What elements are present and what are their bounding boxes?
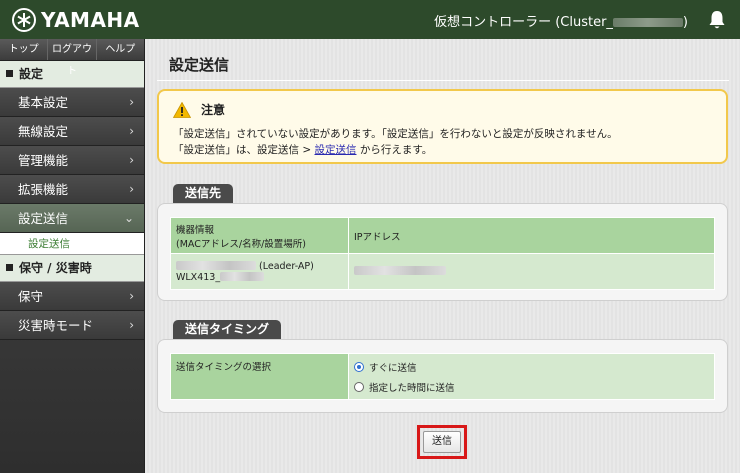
sidebar-top-nav: トップ ログアウト ヘルプ — [0, 39, 144, 77]
redacted-cluster-name — [612, 18, 683, 27]
timing-tab: 送信タイミング — [173, 320, 282, 339]
radio-send-scheduled[interactable]: 指定した時間に送信 — [354, 380, 709, 394]
main-content: 設定送信 注意 「設定送信」されていない設定があります。「設定送信」を行わないと… — [145, 39, 740, 473]
chevron-right-icon: › — [129, 182, 134, 196]
chevron-down-icon: ⌄ — [123, 211, 134, 225]
notice-title: 注意 — [201, 103, 226, 117]
ip-address-cell — [348, 253, 715, 290]
send-button-highlight: 送信 — [417, 425, 467, 459]
notice-box: 注意 「設定送信」されていない設定があります。「設定送信」を行わないと設定が反映… — [157, 89, 728, 164]
chevron-right-icon: › — [129, 124, 134, 138]
nav-top-link[interactable]: トップ — [0, 39, 49, 60]
warning-icon — [173, 101, 191, 118]
nav-help-link[interactable]: ヘルプ — [96, 39, 144, 60]
redacted-device-name — [220, 271, 265, 281]
device-info-header: 機器情報 (MACアドレス/名称/設置場所) — [170, 217, 349, 254]
chevron-right-icon: › — [129, 318, 134, 332]
radio-unselected-icon[interactable] — [354, 381, 364, 392]
radio-send-now[interactable]: すぐに送信 — [354, 360, 709, 374]
chevron-right-icon: › — [129, 95, 134, 109]
table-row: (Leader-AP) WLX413_ — [170, 253, 715, 290]
yamaha-logo[interactable]: YAMAHA — [12, 7, 140, 33]
redacted-ip-address — [354, 266, 446, 275]
send-button[interactable]: 送信 — [423, 431, 461, 453]
send-settings-link[interactable]: 設定送信 — [314, 144, 356, 156]
sidebar-item-extensions[interactable]: 拡張機能 › — [0, 175, 144, 204]
sidebar-item-disaster-mode[interactable]: 災害時モード › — [0, 311, 144, 340]
radio-selected-icon[interactable] — [354, 361, 364, 372]
page-title: 設定送信 — [169, 56, 230, 74]
chevron-right-icon: › — [129, 153, 134, 167]
destination-table: 機器情報 (MACアドレス/名称/設置場所) IPアドレス (Leader-AP)… — [170, 217, 715, 290]
ip-address-header: IPアドレス — [348, 217, 715, 254]
sidebar-item-management[interactable]: 管理機能 › — [0, 146, 144, 175]
sidebar-section-maintenance: 保守 / 災害時 — [0, 255, 144, 282]
timing-table: 送信タイミングの選択 すぐに送信 指定した時間に送信 — [170, 353, 715, 400]
notice-text-line2: 「設定送信」は、設定送信 > 設定送信 から行えます。 — [173, 144, 433, 156]
sidebar-subitem-send-settings[interactable]: 設定送信 — [0, 233, 144, 255]
destination-tab: 送信先 — [173, 184, 234, 203]
bell-icon[interactable] — [708, 10, 726, 30]
sidebar: トップ ログアウト ヘルプ 設定 基本設定 › 無線設定 › 管理機能 › 拡張機能 ›… — [0, 39, 145, 473]
nav-logout-link[interactable]: ログアウト — [48, 39, 97, 77]
sidebar-item-send-settings[interactable]: 設定送信 ⌄ — [0, 204, 144, 233]
tuning-fork-icon — [12, 8, 36, 32]
sidebar-item-basic-settings[interactable]: 基本設定 › — [0, 88, 144, 117]
timing-label: 送信タイミングの選択 — [170, 353, 349, 400]
controller-title: 仮想コントローラー (Cluster_) — [434, 15, 688, 30]
device-info-cell: (Leader-AP) WLX413_ — [170, 253, 349, 290]
redacted-mac-address — [176, 260, 256, 270]
notice-text-line1: 「設定送信」されていない設定があります。「設定送信」を行わないと設定が反映されま… — [173, 128, 618, 140]
timing-panel: 送信タイミングの選択 すぐに送信 指定した時間に送信 — [157, 339, 728, 413]
destination-panel: 機器情報 (MACアドレス/名称/設置場所) IPアドレス (Leader-AP)… — [157, 203, 728, 301]
app-header: YAMAHA 仮想コントローラー (Cluster_) — [0, 0, 740, 39]
logo-text: YAMAHA — [41, 8, 140, 32]
sidebar-item-wireless-settings[interactable]: 無線設定 › — [0, 117, 144, 146]
title-divider — [157, 80, 729, 81]
chevron-right-icon: › — [129, 289, 134, 303]
sidebar-item-maintenance[interactable]: 保守 › — [0, 282, 144, 311]
